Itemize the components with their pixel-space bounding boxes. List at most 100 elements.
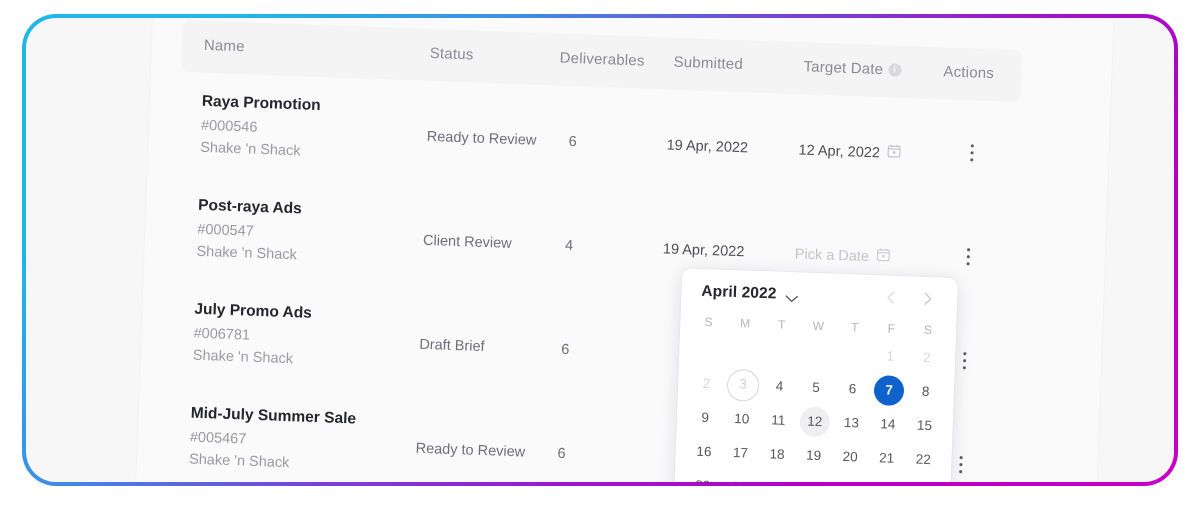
project-client: Shake 'n Shack	[196, 243, 298, 264]
project-title[interactable]: Raya Promotion	[202, 93, 423, 119]
date-picker-popup[interactable]: April 2022 SMTWTFS 1 2 2 3 4 5 6 7 8 9 10 11 12 13 14 1…	[673, 268, 959, 482]
cell-name: July Promo Ads #006781 Shake 'n Shack	[193, 301, 415, 372]
calendar-day[interactable]: 11	[759, 403, 797, 438]
chevron-down-icon[interactable]	[785, 290, 798, 303]
kebab-dot	[962, 366, 966, 370]
project-client: Shake 'n Shack	[192, 347, 294, 368]
column-header-name[interactable]: Name	[204, 37, 245, 55]
cell-status[interactable]: Ready to Review	[426, 129, 536, 149]
calendar-day[interactable]: 6	[834, 372, 872, 407]
calendar-day[interactable]: 13	[832, 406, 870, 441]
calendar-day[interactable]: 25	[757, 471, 795, 482]
calendar-day[interactable]: 14	[869, 407, 907, 442]
calendar-day[interactable]: 27	[830, 474, 868, 482]
kebab-dot	[970, 144, 974, 148]
calendar-day-label: 20	[842, 448, 858, 465]
calendar-day-label: 7	[873, 375, 905, 407]
kebab-dot	[966, 262, 970, 266]
calendar-day[interactable]: 3	[724, 368, 762, 403]
column-header-target-date[interactable]: Target Date i	[803, 58, 902, 79]
calendar-day-grid[interactable]: 1223456789101112131415161718192021222324…	[674, 332, 956, 482]
calendar-day-label: 28	[870, 477, 901, 482]
chevron-left-icon[interactable]	[883, 289, 900, 306]
cell-status[interactable]: Ready to Review	[415, 441, 525, 461]
calendar-day-header: W	[812, 318, 825, 334]
calendar-day[interactable]: 29	[903, 476, 941, 482]
calendar-day[interactable]: 19	[795, 438, 833, 473]
cell-target-date[interactable]: 12 Apr, 2022	[798, 142, 902, 163]
project-title[interactable]: July Promo Ads	[194, 301, 415, 327]
target-date-placeholder: Pick a Date	[794, 246, 870, 266]
calendar-day[interactable]: 20	[831, 440, 869, 475]
project-title[interactable]: Post-raya Ads	[198, 197, 419, 223]
calendar-day[interactable]: 9	[686, 400, 724, 435]
calendar-day[interactable]: 2	[688, 366, 726, 401]
calendar-day-label: 15	[916, 417, 933, 434]
kebab-dot	[962, 352, 966, 356]
kebab-dot	[966, 255, 970, 259]
calendar-day-label: 26	[797, 474, 828, 483]
kebab-dot	[962, 359, 966, 363]
project-code: #000547	[197, 221, 255, 240]
calendar-day[interactable]: 21	[868, 441, 906, 476]
calendar-day[interactable]: 12	[796, 404, 834, 439]
calendar-day-header: F	[887, 321, 896, 336]
column-header-target-date-label: Target Date	[803, 58, 884, 79]
calendar-day[interactable]: 7	[870, 373, 908, 408]
info-icon[interactable]: i	[888, 62, 902, 77]
calendar-day-empty	[798, 336, 836, 371]
cell-status[interactable]: Draft Brief	[419, 337, 485, 355]
column-header-submitted[interactable]: Submitted	[673, 54, 743, 73]
calendar-day[interactable]: 28	[867, 475, 905, 482]
cell-target-date[interactable]: Pick a Date	[794, 246, 891, 266]
calendar-day-label: 19	[805, 447, 822, 464]
row-actions-menu[interactable]	[956, 248, 979, 273]
calendar-day[interactable]: 15	[906, 408, 944, 443]
calendar-day-label: 21	[878, 450, 895, 466]
calendar-day[interactable]: 26	[794, 472, 832, 483]
calendar-day[interactable]: 4	[761, 369, 799, 404]
calendar-day[interactable]: 18	[758, 437, 796, 472]
calendar-day-label: 18	[769, 446, 785, 462]
calendar-day-label	[729, 336, 760, 367]
project-title[interactable]: Mid-July Summer Sale	[190, 405, 411, 431]
cell-submitted: 19 Apr, 2022	[666, 137, 749, 157]
calendar-day-label: 22	[915, 451, 932, 468]
calendar-day-label: 3	[726, 368, 760, 402]
calendar-day[interactable]: 16	[685, 434, 723, 469]
cell-status[interactable]: Client Review	[423, 233, 512, 252]
calendar-day[interactable]: 10	[723, 402, 761, 437]
calendar-day-label: 13	[843, 414, 860, 431]
kebab-dot	[959, 456, 963, 460]
row-actions-menu[interactable]	[949, 456, 972, 481]
calendar-day[interactable]: 1	[871, 339, 909, 374]
calendar-icon[interactable]	[887, 144, 902, 161]
calendar-icon[interactable]	[876, 248, 891, 265]
calendar-day[interactable]: 8	[907, 374, 945, 409]
calendar-day-label: 10	[733, 411, 750, 427]
row-actions-menu[interactable]	[953, 352, 976, 377]
cell-name: Mid-July Summer Sale #005467 Shake 'n Sh…	[189, 405, 411, 476]
column-header-status[interactable]: Status	[429, 45, 473, 64]
calendar-day[interactable]: 2	[908, 340, 946, 375]
calendar-day[interactable]: 5	[797, 370, 835, 405]
calendar-day-label	[692, 335, 723, 366]
chevron-right-icon[interactable]	[919, 291, 936, 308]
row-actions-menu[interactable]	[960, 144, 983, 169]
calendar-day[interactable]: 23	[684, 468, 722, 482]
gradient-frame: Name Status Deliverables Submitted Targe…	[22, 14, 1178, 486]
calendar-day-label: 29	[907, 478, 938, 482]
calendar-month-label[interactable]: April 2022	[701, 283, 777, 304]
calendar-day[interactable]: 17	[722, 436, 760, 471]
calendar-day-empty	[689, 332, 727, 367]
calendar-day-label: 24	[724, 472, 755, 482]
calendar-day-header: T	[850, 320, 859, 335]
calendar-day[interactable]: 22	[904, 442, 942, 477]
calendar-day[interactable]: 24	[720, 470, 758, 482]
kebab-dot	[958, 463, 962, 467]
calendar-day-label: 6	[848, 381, 857, 397]
calendar-day-label: 25	[760, 473, 791, 482]
column-header-deliverables[interactable]: Deliverables	[559, 50, 644, 70]
calendar-day-empty	[762, 335, 800, 370]
calendar-day-label: 1	[886, 348, 895, 364]
